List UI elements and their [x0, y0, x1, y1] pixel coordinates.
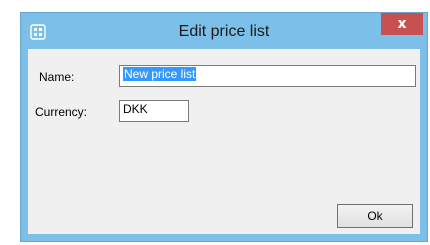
dialog-body: Name: New price list Currency: DKK Ok [28, 49, 420, 234]
name-input-value: New price list [123, 67, 197, 81]
currency-label: Currency: [35, 105, 88, 119]
title-bar[interactable]: Edit price list x [21, 13, 427, 49]
dialog-title: Edit price list [178, 23, 270, 40]
name-label: Name: [39, 70, 75, 84]
edit-price-list-dialog: Edit price list x Name: New price list C… [20, 12, 428, 242]
close-button[interactable]: x [381, 13, 423, 35]
close-icon: x [397, 16, 407, 32]
name-input[interactable]: New price list [119, 65, 416, 87]
currency-input-value: DKK [123, 102, 148, 116]
ok-button[interactable]: Ok [337, 204, 413, 228]
currency-input[interactable]: DKK [119, 100, 189, 122]
